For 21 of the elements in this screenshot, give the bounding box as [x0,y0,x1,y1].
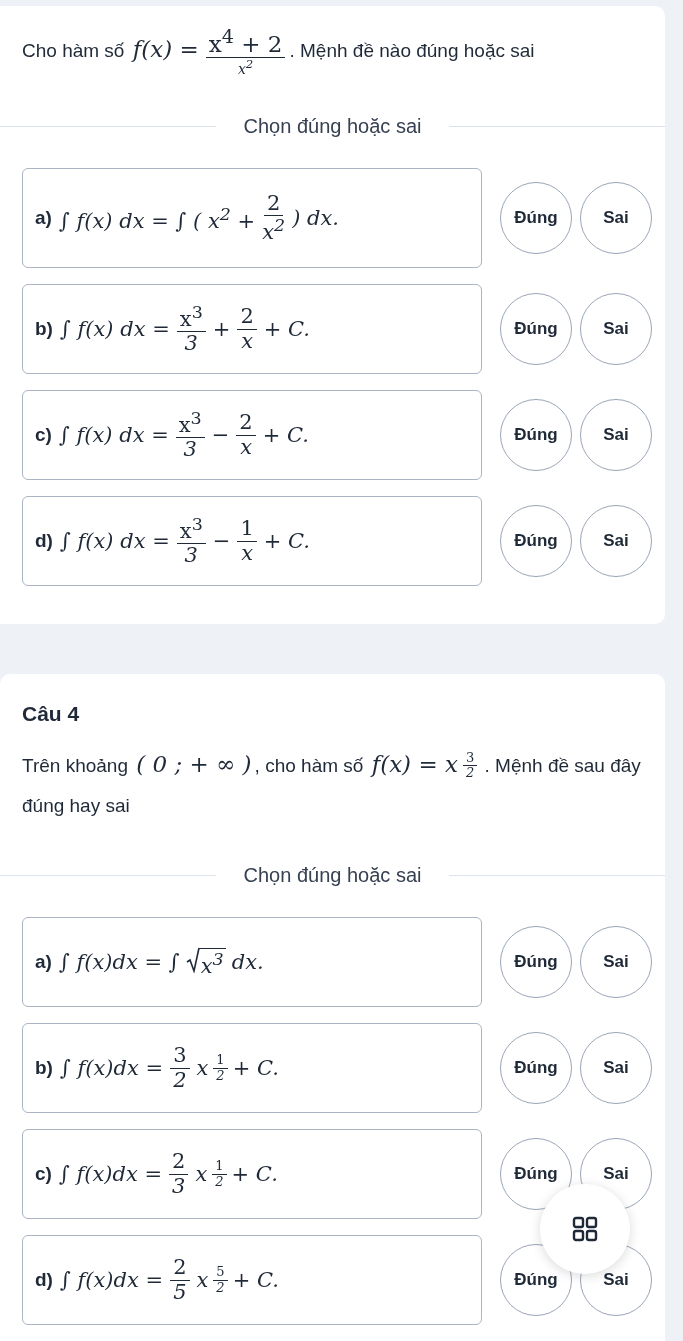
true-button[interactable]: Đúng [500,182,572,254]
statement-box: a) ∫ f(x)dx = ∫ x$^{3}$ dx. [22,917,482,1007]
false-button[interactable]: Sai [580,926,652,998]
false-button[interactable]: Sai [580,505,652,577]
true-button[interactable]: Đúng [500,1032,572,1104]
section-label: Chọn đúng hoặc sai [243,115,422,138]
question-text: Cho hàm số f(x) = x$^{4}$ + 2 x$^{2}$ . Mệnh đề nào đúng hoặc sai [22,26,536,77]
false-button[interactable]: Sai [580,1032,652,1104]
true-button[interactable]: Đúng [500,505,572,577]
true-button[interactable]: Đúng [500,926,572,998]
question-heading: Câu 4 [22,702,81,726]
false-button[interactable]: Sai [580,182,652,254]
true-button[interactable]: Đúng [500,293,572,365]
false-button[interactable]: Sai [580,399,652,471]
true-button[interactable]: Đúng [500,399,572,471]
radical-sign [185,946,200,973]
false-button[interactable]: Sai [580,293,652,365]
grid-icon [572,1216,598,1242]
section-label: Chọn đúng hoặc sai [243,864,422,887]
true-button[interactable]: Đúng [500,1138,572,1210]
true-button[interactable]: Đúng [500,1244,572,1316]
